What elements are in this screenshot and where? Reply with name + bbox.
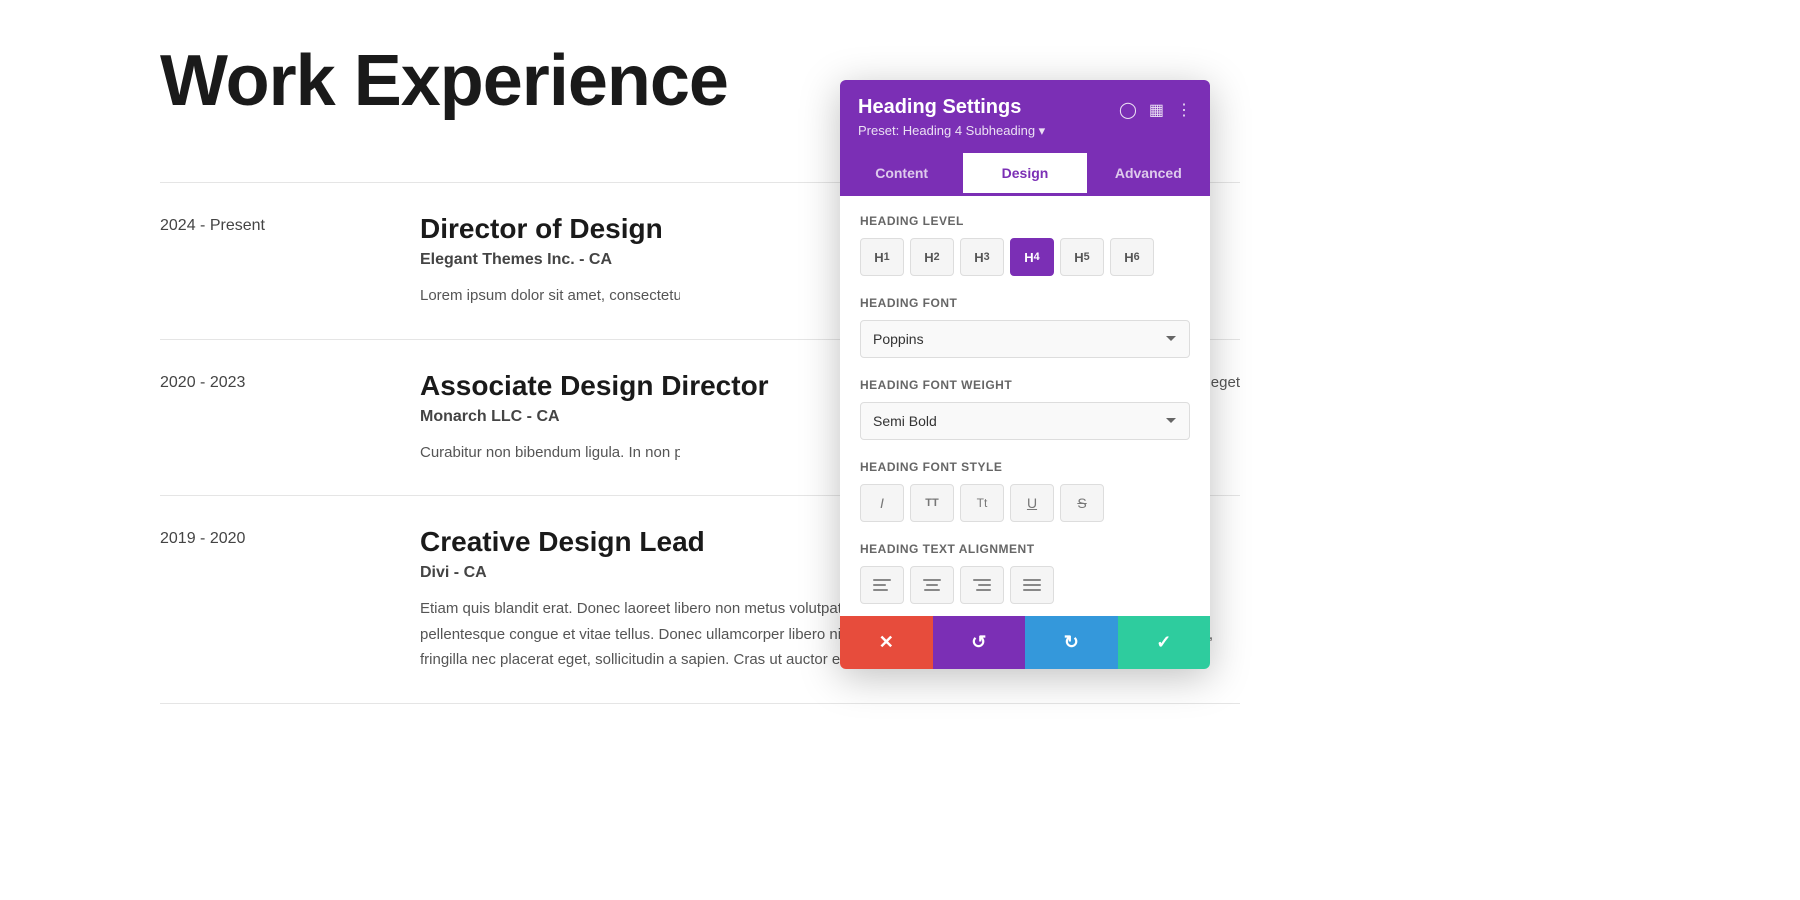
panel-header: Heading Settings Preset: Heading 4 Subhe… [840,80,1210,153]
heading-font-weight-section: Heading Font Weight Semi Bold Regular Bo… [860,378,1190,440]
save-button[interactable]: ✓ [1118,616,1211,669]
h3-button[interactable]: H3 [960,238,1004,276]
heading-font-style-label: Heading Font Style [860,460,1190,474]
align-center-button[interactable] [910,566,954,604]
tab-content[interactable]: Content [840,153,963,196]
panel-body: Heading Level H1 H2 H3 H4 H5 H6 Heading … [840,196,1210,616]
align-right-button[interactable] [960,566,1004,604]
tab-design[interactable]: Design [963,153,1086,196]
heading-level-label: Heading Level [860,214,1190,228]
more-options-icon[interactable]: ⋮ [1176,100,1192,120]
font-style-buttons: I TT Tt U S [860,484,1190,522]
reset-button[interactable]: ↺ [933,616,1026,669]
entry-title: Director of Design [420,213,900,245]
uppercase-button[interactable]: TT [910,484,954,522]
heading-settings-panel: Heading Settings Preset: Heading 4 Subhe… [840,80,1210,669]
heading-font-label: Heading Font [860,296,1190,310]
strikethrough-button[interactable]: S [1060,484,1104,522]
entry-dates: 2024 - Present [160,213,340,309]
panel-title: Heading Settings [858,96,1119,119]
reset-icon[interactable]: ◯ [1119,100,1137,120]
italic-button[interactable]: I [860,484,904,522]
heading-font-weight-label: Heading Font Weight [860,378,1190,392]
heading-font-select[interactable]: Poppins Roboto Open Sans Lato [860,320,1190,358]
heading-text-alignment-label: Heading Text Alignment [860,542,1190,556]
align-right-icon [973,579,991,591]
redo-button[interactable]: ↻ [1025,616,1118,669]
layout-icon[interactable]: ▦ [1149,100,1164,120]
entry-company: Elegant Themes Inc. - CA [420,251,900,269]
heading-font-style-section: Heading Font Style I TT Tt U S [860,460,1190,522]
h2-button[interactable]: H2 [910,238,954,276]
h6-button[interactable]: H6 [1110,238,1154,276]
heading-font-weight-select[interactable]: Semi Bold Regular Bold Light [860,402,1190,440]
align-center-icon [923,579,941,591]
entry-dates: 2019 - 2020 [160,526,340,673]
panel-preset[interactable]: Preset: Heading 4 Subheading ▾ [858,123,1119,139]
alignment-buttons [860,566,1190,604]
panel-footer: ✕ ↺ ↻ ✓ [840,616,1210,669]
h1-button[interactable]: H1 [860,238,904,276]
heading-text-alignment-section: Heading Text Alignment [860,542,1190,604]
entry-description: Lorem ipsum dolor sit amet, consectetur … [420,283,680,309]
align-left-button[interactable] [860,566,904,604]
entry-description: Curabitur non bibendum ligula. In non pu… [420,440,680,466]
tab-advanced[interactable]: Advanced [1087,153,1210,196]
heading-font-section: Heading Font Poppins Roboto Open Sans La… [860,296,1190,358]
panel-tabs: Content Design Advanced [840,153,1210,196]
h4-button[interactable]: H4 [1010,238,1054,276]
cancel-button[interactable]: ✕ [840,616,933,669]
h5-button[interactable]: H5 [1060,238,1104,276]
capitalize-button[interactable]: Tt [960,484,1004,522]
heading-level-section: Heading Level H1 H2 H3 H4 H5 H6 [860,214,1190,276]
align-left-icon [873,579,891,591]
align-justify-button[interactable] [1010,566,1054,604]
underline-button[interactable]: U [1010,484,1054,522]
align-justify-icon [1023,579,1041,591]
heading-level-buttons: H1 H2 H3 H4 H5 H6 [860,238,1190,276]
entry-dates: 2020 - 2023 [160,370,340,466]
